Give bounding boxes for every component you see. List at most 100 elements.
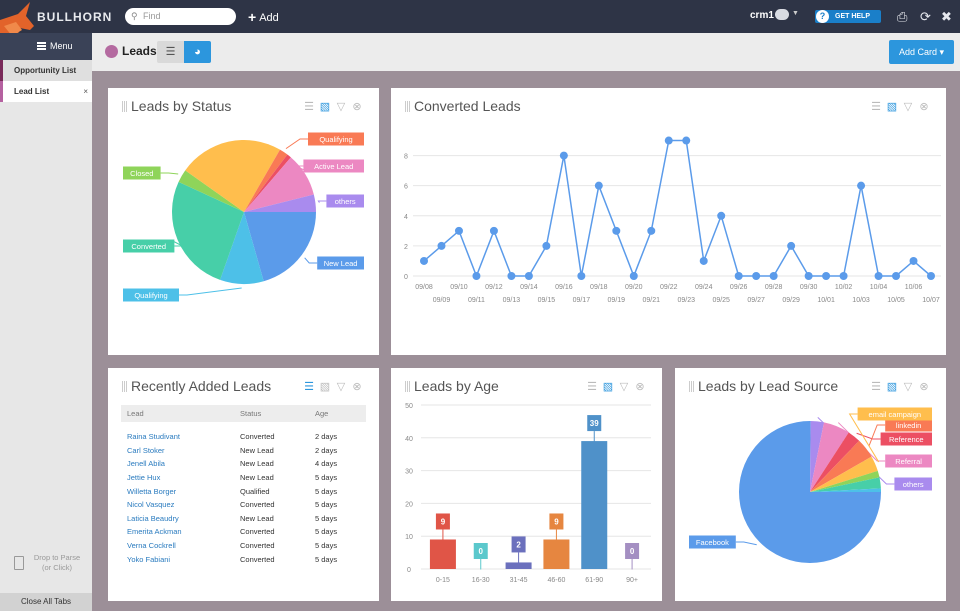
menu-label: Menu (50, 41, 73, 51)
close-tab-icon[interactable]: × (83, 81, 88, 102)
x-tick-label: 10/01 (817, 297, 835, 304)
x-tick-label: 09/17 (573, 297, 591, 304)
lead-name-link[interactable]: Verna Cockrell (121, 539, 234, 553)
add-card-button[interactable]: Add Card ▾ (889, 40, 954, 64)
chevron-down-icon[interactable]: ▼ (792, 10, 799, 17)
pie-leader-line (304, 257, 318, 264)
data-point (857, 181, 866, 190)
lead-age: 5 days (315, 500, 338, 510)
lead-name-link[interactable]: Emerita Ackman (121, 525, 234, 539)
table-row[interactable]: Willetta Borger Qualified 5 days (121, 484, 366, 498)
data-point (839, 272, 848, 280)
x-tick-label: 09/20 (625, 284, 643, 291)
filter-icon[interactable]: ▽ (333, 380, 349, 393)
tab-opportunity-list[interactable]: Opportunity List (0, 60, 92, 81)
lead-status: Converted (240, 527, 275, 537)
add-button[interactable]: + Add (248, 9, 279, 25)
status-pie-chart: New Lead Qualifying Converted Closed Qualify… (123, 132, 364, 302)
question-icon: ? (816, 10, 829, 23)
pie-leader-line (317, 200, 327, 203)
top-bar: BULLHORN ⚲ Find + Add crm1 ▼ ? GET HELP ⎙ … (0, 0, 960, 56)
y-tick-label: 6 (404, 184, 408, 191)
card-tools: ☰ ▧ ▽ ⊗ (301, 380, 365, 393)
drop-to-parse[interactable]: Drop to Parse (or Click) (10, 553, 90, 583)
y-tick-label: 0 (404, 274, 408, 281)
drop-label: Drop to Parse (33, 553, 81, 562)
close-all-tabs-button[interactable]: Close All Tabs (0, 593, 92, 611)
data-point (717, 211, 726, 220)
lead-name-link[interactable]: Raina Studivant (121, 430, 234, 444)
lead-name-link[interactable]: Jenell Abila (121, 457, 234, 471)
leads-table: Lead Status Age Raina Studivant Converted… (121, 405, 366, 566)
drag-handle[interactable] (122, 381, 127, 392)
table-row[interactable]: Raina Studivant Converted 2 days (121, 430, 366, 444)
table-row[interactable]: Emerita Ackman Converted 5 days (121, 525, 366, 539)
lead-status: Converted (240, 432, 275, 442)
x-tick-label: 10/02 (835, 284, 853, 291)
lead-name-link[interactable]: Willetta Borger (121, 484, 234, 498)
menu-button[interactable]: Menu (0, 33, 92, 60)
get-help-button[interactable]: ? GET HELP (815, 10, 881, 23)
lead-name-link[interactable]: Carl Stoker (121, 444, 234, 458)
lead-name-link[interactable]: Nicol Vasquez (121, 498, 234, 512)
close-icon[interactable]: ⊗ (349, 380, 365, 393)
bar-chart-icon[interactable]: ▧ (317, 380, 333, 393)
y-tick-label: 0 (407, 567, 411, 574)
plus-icon: + (248, 9, 257, 25)
table-row[interactable]: Carl Stoker New Lead 2 days (121, 444, 366, 458)
source-pie-chart: Facebook others Referral Reference linkedin e… (689, 407, 932, 563)
lead-age: 2 days (315, 445, 338, 455)
table-row[interactable]: Laticia Beaudry New Lead 5 days (121, 512, 366, 526)
data-point (420, 256, 428, 265)
tab-lead-list[interactable]: Lead List × (0, 81, 92, 102)
x-tick-label: 61-90 (585, 577, 603, 584)
close-circle-icon[interactable]: ✖ (941, 9, 952, 25)
data-point (804, 272, 813, 280)
lead-age: 4 days (315, 459, 338, 469)
x-tick-label: 09/09 (433, 297, 451, 304)
column-header-status[interactable]: Status (234, 405, 309, 422)
table-row[interactable]: Jettie Hux New Lead 5 days (121, 471, 366, 485)
hamburger-icon (37, 42, 46, 50)
search-input[interactable]: ⚲ Find (125, 8, 236, 25)
table-row[interactable]: Nicol Vasquez Converted 5 days (121, 498, 366, 512)
data-point (437, 241, 446, 250)
pie-leader-line (179, 287, 242, 296)
data-point (752, 272, 761, 280)
x-tick-label: 90+ (626, 577, 638, 584)
table-row[interactable]: Verna Cockrell Converted 5 days (121, 539, 366, 553)
list-view-toggle[interactable]: ☰ (157, 41, 184, 63)
lead-name-link[interactable]: Yoko Fabiani (121, 552, 234, 566)
pie-label: linkedin (896, 421, 921, 430)
x-tick-label: 10/07 (922, 297, 940, 304)
x-tick-label: 09/14 (520, 284, 538, 291)
print-icon[interactable]: ⎙ (897, 9, 907, 25)
leads-entity-icon (105, 45, 118, 58)
x-tick-label: 46-60 (547, 577, 565, 584)
data-point (769, 272, 778, 280)
bar-value-label: 39 (590, 419, 599, 428)
x-tick-label: 09/08 (415, 284, 433, 291)
user-name[interactable]: crm1 (750, 10, 774, 21)
pie-leader-line (735, 541, 757, 546)
pie-leader-line (160, 172, 179, 175)
x-tick-label: 16-30 (472, 577, 490, 584)
card-recently-added-leads: Recently Added Leads ☰ ▧ ▽ ⊗ Lead Status Ag… (108, 368, 379, 601)
search-icon: ⚲ (131, 11, 138, 21)
pie-label: Converted (131, 242, 166, 251)
column-header-lead[interactable]: Lead (121, 405, 234, 422)
table-row[interactable]: Jenell Abila New Lead 4 days (121, 457, 366, 471)
refresh-icon[interactable]: ⟳ (920, 9, 931, 25)
drop-sublabel: (or Click) (42, 563, 72, 572)
x-tick-label: 09/15 (538, 297, 556, 304)
dashboard-view-toggle[interactable]: ◕ (184, 41, 211, 63)
column-header-age[interactable]: Age (309, 405, 366, 422)
list-icon[interactable]: ☰ (301, 380, 317, 393)
lead-name-link[interactable]: Laticia Beaudry (121, 512, 234, 526)
bar (429, 539, 456, 569)
lead-name-link[interactable]: Jettie Hux (121, 471, 234, 485)
chat-icon[interactable] (775, 9, 789, 20)
data-point (454, 226, 463, 235)
y-tick-label: 4 (404, 214, 408, 221)
table-row[interactable]: Yoko Fabiani Converted 5 days (121, 552, 366, 566)
